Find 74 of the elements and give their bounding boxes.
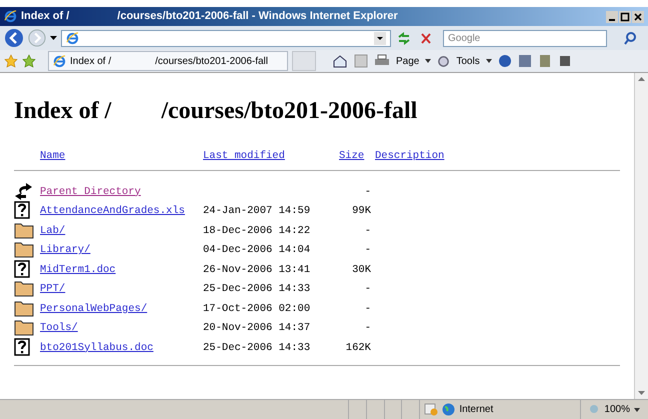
file-link[interactable]: PPT/: [40, 282, 66, 298]
folder-icon: [14, 318, 34, 336]
table-cell-text: -: [364, 282, 372, 298]
zoom-icon: [589, 404, 600, 415]
caret-icon[interactable]: [425, 59, 432, 63]
column-header-link[interactable]: Size: [339, 149, 364, 165]
table-cell-text: 17-Oct-2006 02:00: [203, 302, 310, 317]
scrollbar[interactable]: [634, 73, 648, 399]
zoom-level[interactable]: 100%: [604, 402, 630, 417]
table-cell-text: 04-Dec-2006 14:04: [203, 243, 310, 258]
table-cell-text: 162K: [346, 340, 372, 356]
toolbar-icon[interactable]: [558, 54, 572, 68]
file-link[interactable]: PersonalWebPages/: [40, 302, 148, 318]
tools-menu[interactable]: Tools: [456, 54, 480, 68]
star-icon[interactable]: [4, 54, 18, 68]
dropdown-icon[interactable]: [374, 32, 386, 44]
table-cell-text: -: [364, 243, 372, 258]
browser-icon: [53, 54, 66, 68]
unknown-file-icon: [14, 338, 30, 356]
home-icon[interactable]: [332, 54, 348, 68]
folder-icon: [14, 298, 34, 317]
printer-icon[interactable]: [374, 54, 390, 68]
globe-icon: [442, 403, 456, 416]
back-arrow-icon: [14, 182, 34, 200]
back-icon[interactable]: [4, 28, 24, 48]
table-cell-text: 30K: [352, 262, 372, 278]
table-cell-text: -: [364, 224, 372, 239]
zone-label: Internet: [459, 403, 494, 417]
maximize-icon[interactable]: [619, 10, 631, 22]
column-header-link[interactable]: Description: [375, 149, 444, 165]
table-cell-text: -: [364, 302, 372, 317]
table-cell-text: 26-Nov-2006 13:41: [203, 262, 310, 278]
file-link[interactable]: MidTerm1.doc: [40, 262, 116, 278]
security-icon: [424, 403, 438, 416]
file-link[interactable]: Parent Directory: [40, 184, 141, 200]
file-link[interactable]: Lab/: [40, 224, 66, 240]
table-cell-text: 25-Dec-2006 14:33: [203, 282, 310, 298]
table-cell-text: 24-Jan-2007 14:59: [203, 204, 310, 220]
file-link[interactable]: Library/: [40, 243, 90, 259]
unknown-file-icon: [14, 201, 30, 220]
toolbar-icon[interactable]: [538, 54, 552, 68]
unknown-file-icon: [14, 260, 30, 278]
table-cell-text: -: [364, 184, 372, 200]
folder-icon: [14, 220, 34, 239]
search-field[interactable]: Google: [443, 30, 607, 46]
column-header-link[interactable]: Last modified: [203, 149, 285, 165]
folder-icon: [14, 240, 34, 258]
close-icon[interactable]: [632, 10, 644, 22]
file-link[interactable]: Tools/: [40, 321, 78, 337]
caret-icon[interactable]: [634, 408, 640, 412]
window-title: Index of /: [21, 9, 70, 24]
gear-icon: [437, 54, 450, 68]
caret-icon[interactable]: [486, 59, 492, 63]
browser-icon: [4, 10, 17, 23]
column-header-link[interactable]: Name: [40, 149, 66, 165]
table-cell-text: 20-Nov-2006 14:37: [203, 321, 310, 336]
browser-tab[interactable]: Index of / /courses/bto201-2006-fall: [48, 51, 288, 71]
address-field[interactable]: [61, 30, 391, 46]
dropdown-icon[interactable]: [50, 36, 57, 40]
toolbar-icon[interactable]: [518, 54, 532, 68]
minimize-icon[interactable]: [606, 10, 618, 22]
add-star-icon[interactable]: [22, 54, 36, 68]
table-cell-text: 99K: [352, 204, 372, 220]
file-link[interactable]: bto201Syllabus.doc: [40, 340, 154, 356]
page-heading: /courses/bto201-2006-fall: [161, 97, 418, 126]
table-cell-text: 25-Dec-2006 14:33: [203, 340, 310, 356]
window-title: /courses/bto201-2006-fall - Windows Internet Explorer: [117, 9, 398, 24]
browser-icon: [66, 32, 79, 44]
page-heading: Index of /: [14, 97, 112, 126]
table-cell-text: -: [364, 321, 372, 336]
table-cell-text: 18-Dec-2006 14:22: [203, 224, 310, 239]
page-menu[interactable]: Page: [396, 54, 420, 68]
file-link[interactable]: AttendanceAndGrades.xls: [40, 204, 185, 220]
folder-icon: [14, 279, 34, 298]
